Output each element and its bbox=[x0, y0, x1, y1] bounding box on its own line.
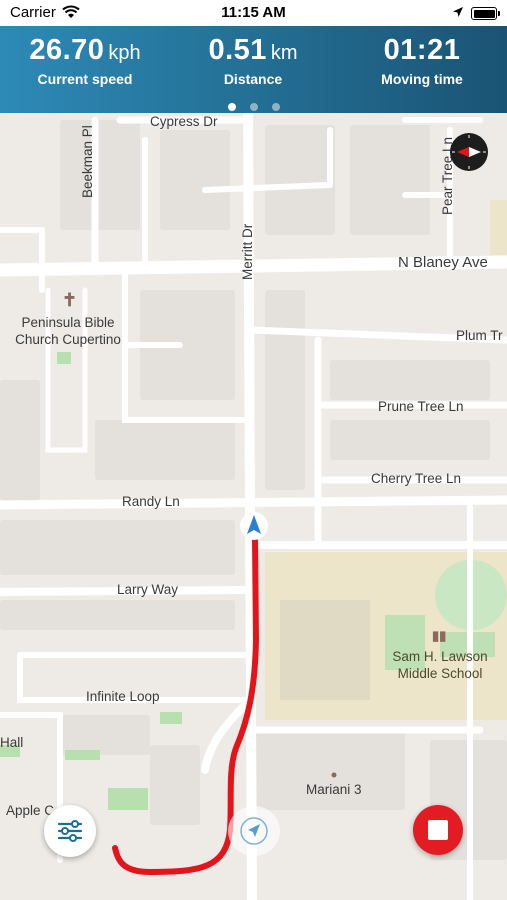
compass-icon[interactable] bbox=[449, 132, 489, 172]
street-cherry-tree-ln: Cherry Tree Ln bbox=[371, 471, 462, 486]
church-name-line2: Church Cupertino bbox=[15, 332, 121, 347]
street-merritt-dr: Merritt Dr bbox=[240, 223, 255, 280]
moving-time-stat: 01:21 Moving time bbox=[347, 34, 497, 87]
current-speed-stat: 26.70 kph Current speed bbox=[10, 34, 160, 87]
school-name-line2: Middle School bbox=[397, 666, 483, 681]
navigation-arrow-icon bbox=[240, 817, 268, 845]
street-plum-tr: Plum Tr bbox=[456, 328, 503, 343]
page-dot-3[interactable] bbox=[271, 103, 280, 111]
battery-icon bbox=[471, 7, 500, 20]
church-icon: ✝ bbox=[62, 290, 78, 310]
stop-recording-button[interactable] bbox=[413, 805, 463, 855]
status-bar: Carrier 11:15 AM bbox=[0, 0, 507, 26]
speed-value: 26.70 bbox=[29, 34, 105, 66]
moving-time-label: Moving time bbox=[381, 71, 463, 87]
place-lawson-middle-school[interactable]: Sam H. Lawson Middle School bbox=[380, 648, 500, 682]
street-larry-way: Larry Way bbox=[117, 582, 179, 597]
street-n-blaney-ave: N Blaney Ave bbox=[398, 254, 488, 271]
street-randy-ln: Randy Ln bbox=[122, 494, 180, 509]
map-view[interactable]: Cypress Dr Beekman Pl Merritt Dr Pear Tr… bbox=[0, 113, 507, 900]
recenter-button[interactable] bbox=[228, 806, 280, 856]
moving-time-value: 01:21 bbox=[383, 34, 461, 66]
distance-value: 0.51 bbox=[208, 34, 267, 66]
place-hall[interactable]: Hall bbox=[0, 735, 23, 750]
distance-label: Distance bbox=[223, 71, 283, 87]
location-services-icon bbox=[453, 7, 463, 17]
street-cypress-dr: Cypress Dr bbox=[150, 114, 218, 129]
school-name-line1: Sam H. Lawson bbox=[392, 649, 488, 664]
place-mariani-3[interactable]: Mariani 3 bbox=[306, 782, 362, 797]
church-name-line1: Peninsula Bible bbox=[21, 315, 115, 330]
filter-button[interactable] bbox=[44, 805, 96, 857]
sliders-icon bbox=[57, 820, 83, 842]
street-infinite-loop: Infinite Loop bbox=[86, 689, 160, 704]
page-dot-1[interactable] bbox=[227, 103, 236, 111]
page-dot-2[interactable] bbox=[249, 103, 258, 111]
stop-icon bbox=[428, 820, 448, 840]
clock: 11:15 AM bbox=[221, 4, 286, 21]
distance-stat: 0.51 km Distance bbox=[178, 34, 328, 87]
stats-header[interactable]: 26.70 kph Current speed 0.51 km Distance 0… bbox=[0, 26, 507, 113]
speed-unit: kph bbox=[108, 42, 141, 64]
speed-label: Current speed bbox=[37, 71, 133, 87]
place-peninsula-bible-church[interactable]: Peninsula Bible Church Cupertino bbox=[8, 314, 128, 348]
distance-unit: km bbox=[270, 42, 298, 64]
street-beekman-pl: Beekman Pl bbox=[80, 125, 95, 198]
school-icon: ▮▮ bbox=[432, 628, 447, 643]
street-prune-tree-ln: Prune Tree Ln bbox=[378, 399, 464, 414]
